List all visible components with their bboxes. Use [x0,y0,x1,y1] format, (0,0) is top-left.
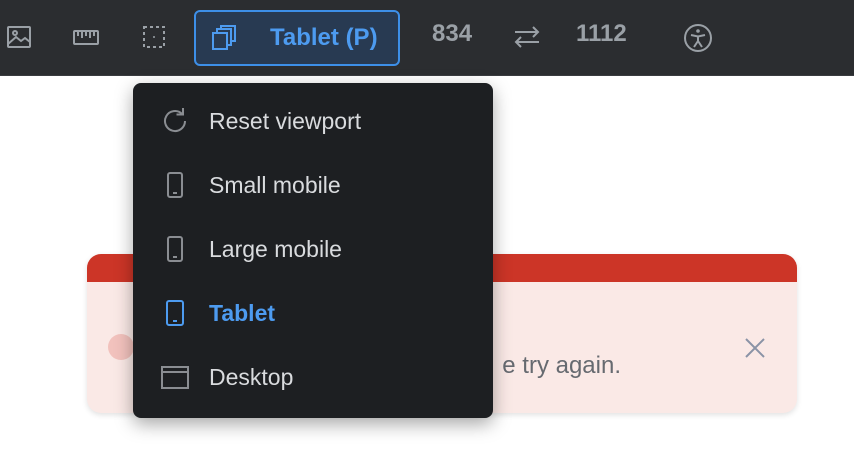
desktop-icon [159,361,191,393]
tablet-icon [159,297,191,329]
mobile-icon [159,233,191,265]
mobile-icon [159,169,191,201]
menu-item-desktop[interactable]: Desktop [133,345,493,409]
image-icon[interactable] [4,22,34,52]
menu-item-label: Small mobile [209,171,341,198]
viewport-icon [208,23,238,53]
width-value[interactable]: 834 [432,20,472,48]
swap-icon[interactable] [512,24,542,50]
reset-icon [159,105,191,137]
menu-item-label: Desktop [209,363,294,390]
close-icon[interactable] [743,336,767,360]
height-value[interactable]: 1112 [576,20,627,48]
viewport-dropdown-menu: Reset viewport Small mobile Large mobile… [133,83,493,418]
menu-item-tablet[interactable]: Tablet [133,281,493,345]
outline-frame-icon[interactable] [139,22,169,52]
toolbar: Tablet (P) 834 1112 [0,0,854,76]
menu-item-large-mobile[interactable]: Large mobile [133,217,493,281]
accessibility-icon[interactable] [682,22,714,54]
menu-item-small-mobile[interactable]: Small mobile [133,153,493,217]
viewport-label: Tablet (P) [270,24,378,51]
viewport-button[interactable]: Tablet (P) [194,10,400,66]
ruler-icon[interactable] [71,22,101,52]
menu-item-reset-viewport[interactable]: Reset viewport [133,89,493,153]
menu-item-label: Reset viewport [209,107,362,134]
menu-item-label: Tablet [209,299,276,326]
alert-status-dot [108,334,134,360]
menu-item-label: Large mobile [209,235,342,262]
